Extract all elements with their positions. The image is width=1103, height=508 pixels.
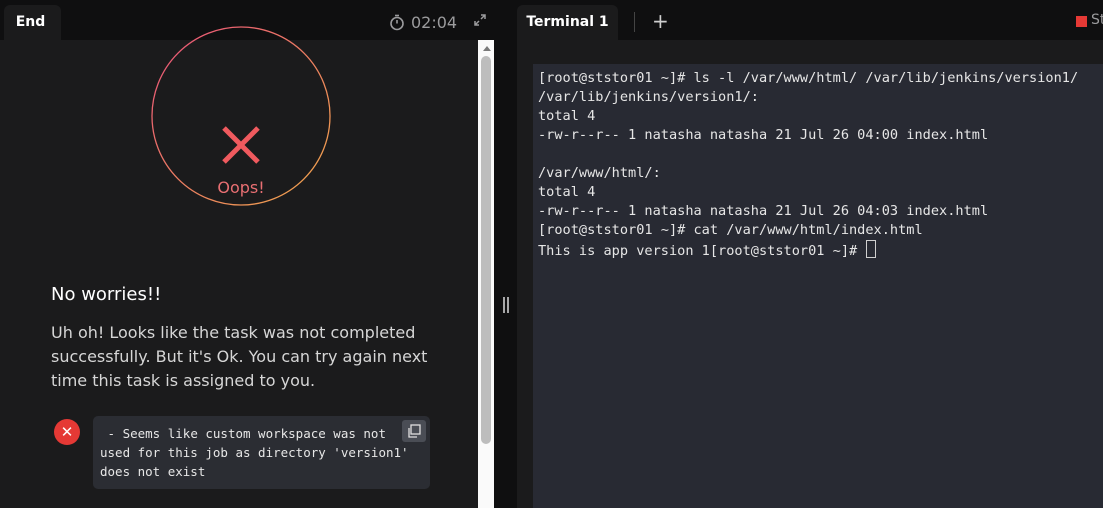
terminal-line: -rw-r--r-- 1 natasha natasha 21 Jul 26 0… [538, 203, 989, 219]
terminal-cursor [866, 240, 877, 258]
terminal-line: [root@ststor01 ~]# cat /var/www/html/ind… [538, 222, 923, 238]
error-x-icon: ✕ [54, 419, 80, 445]
expand-icon[interactable] [474, 14, 486, 26]
terminal-line: total 4 [538, 184, 596, 200]
timer: 02:04 [389, 11, 457, 33]
scroll-thumb[interactable] [481, 56, 491, 444]
result-message: Uh oh! Looks like the task was not compl… [51, 323, 428, 390]
copy-icon [408, 424, 421, 438]
terminal-line: /var/www/html/: [538, 165, 661, 181]
stopwatch-icon [390, 14, 404, 30]
error-details-text: - Seems like custom workspace was not us… [100, 426, 417, 479]
resize-handle-icon[interactable] [502, 297, 510, 313]
tab-separator [634, 12, 635, 32]
terminal-line: -rw-r--r-- 1 natasha natasha 21 Jul 26 0… [538, 127, 989, 143]
terminal-line: total 4 [538, 108, 596, 124]
close-x-icon [222, 126, 260, 164]
status-text: Oops! [217, 178, 265, 197]
terminal-screen[interactable]: [root@ststor01 ~]# ls -l /var/www/html/ … [533, 64, 1103, 508]
tab-end[interactable]: End [4, 5, 61, 40]
result-heading: No worries!! [51, 284, 162, 305]
stop-button-label[interactable]: St [1091, 12, 1103, 28]
terminal-line: [root@ststor01 ~]# ls -l /var/www/html/ … [538, 70, 1079, 86]
stop-icon[interactable] [1076, 16, 1087, 27]
terminal-output: [root@ststor01 ~]# ls -l /var/www/html/ … [538, 69, 1078, 261]
add-tab-button[interactable]: + [652, 9, 669, 33]
tab-terminal-1[interactable]: Terminal 1 [517, 5, 618, 40]
copy-button[interactable] [402, 420, 426, 442]
terminal-line: This is app version 1[root@ststor01 ~]# [538, 243, 866, 259]
task-result-panel: End 02:04 Oops! No worries!! Uh oh! Look… [0, 0, 494, 508]
panel-divider[interactable] [494, 0, 517, 508]
terminal-line: /var/lib/jenkins/version1/: [538, 89, 759, 105]
error-details-box: - Seems like custom workspace was not us… [93, 416, 430, 489]
scroll-up-arrow-icon[interactable] [483, 46, 491, 51]
timer-value: 02:04 [411, 12, 458, 32]
